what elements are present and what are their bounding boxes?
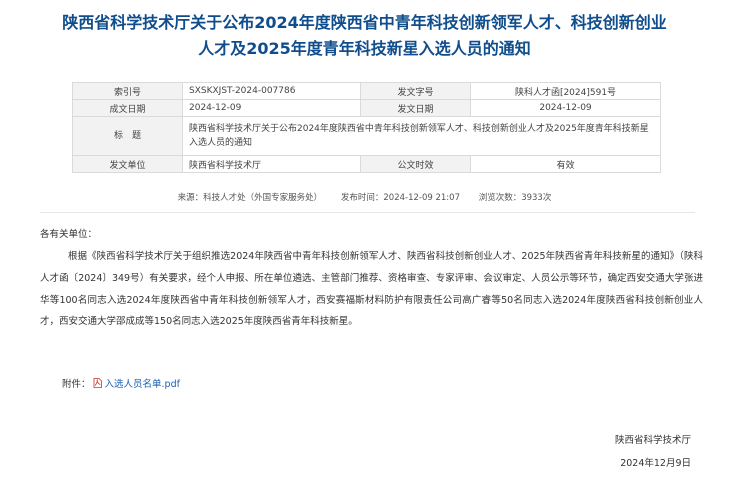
issuer-value: 陕西省科学技术厅 — [182, 155, 361, 173]
attachment-label: 附件： — [62, 379, 91, 390]
created-value: 2024-12-09 — [182, 99, 361, 117]
doc-no-value: 陕科人才函[2024]591号 — [470, 82, 661, 100]
body-paragraph: 根据《陕西省科学技术厅关于组织推选2024年陕西省中青年科技创新领军人才、陕西省… — [40, 251, 703, 328]
metadata-row: 发文单位 陕西省科学技术厅 公文时效 有效 — [72, 155, 661, 173]
title-line-1: 陕西省科学技术厅关于公布2024年度陕西省中青年科技创新领军人才、科技创新创业 — [62, 13, 667, 32]
validity-label: 公文时效 — [360, 155, 471, 173]
subject-value: 陕西省科学技术厅关于公布2024年度陕西省中青年科技创新领军人才、科技创新创业人… — [182, 116, 661, 156]
metadata-row: 成文日期 2024-12-09 发文日期 2024-12-09 — [72, 99, 661, 117]
metadata-row: 索引号 SXSKXJST-2024-007786 发文字号 陕科人才函[2024… — [72, 82, 661, 100]
metadata-table: 索引号 SXSKXJST-2024-007786 发文字号 陕科人才函[2024… — [72, 82, 661, 173]
doc-no-label: 发文字号 — [360, 82, 471, 100]
pdf-file-icon — [93, 378, 102, 388]
issuer-label: 发文单位 — [72, 155, 183, 173]
issued-label: 发文日期 — [360, 99, 471, 117]
index-label: 索引号 — [72, 82, 183, 100]
published-time: 发布时间：2024-12-09 21:07 — [340, 193, 460, 203]
divider — [40, 212, 695, 213]
issued-value: 2024-12-09 — [470, 99, 661, 117]
signature-org: 陕西省科学技术厅 — [614, 435, 691, 446]
view-count: 浏览次数：3933次 — [478, 193, 552, 203]
signature-date: 2024年12月9日 — [620, 458, 691, 469]
source-text: 来源：科技人才处（外国专家服务处） — [177, 193, 323, 203]
created-label: 成文日期 — [72, 99, 183, 117]
index-value: SXSKXJST-2024-007786 — [182, 82, 361, 100]
subject-label: 标 题 — [72, 116, 183, 156]
attachment-link[interactable]: 入选人员名单.pdf — [105, 376, 180, 390]
title-line-2: 人才及2025年度青年科技新星入选人员的通知 — [198, 39, 531, 58]
attachment-line: 附件： 入选人员名单.pdf — [62, 376, 180, 390]
validity-value: 有效 — [470, 155, 661, 173]
salutation: 各有关单位： — [40, 229, 98, 240]
article-info: 来源：科技人才处（外国专家服务处） 发布时间：2024-12-09 21:07 … — [0, 191, 729, 203]
page-title: 陕西省科学技术厅关于公布2024年度陕西省中青年科技创新领军人才、科技创新创业 … — [0, 10, 729, 62]
metadata-row: 标 题 陕西省科学技术厅关于公布2024年度陕西省中青年科技创新领军人才、科技创… — [72, 116, 661, 156]
